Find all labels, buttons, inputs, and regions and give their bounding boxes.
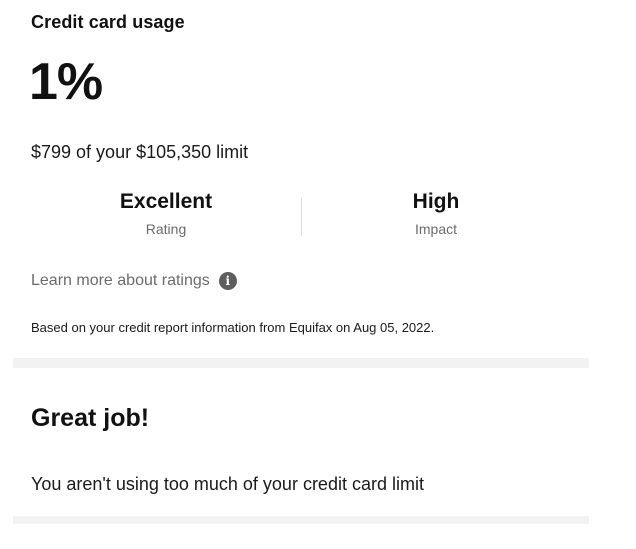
feedback-panel: Great job! You aren't using too much of …: [13, 368, 589, 516]
impact-metric: High Impact: [301, 190, 571, 237]
source-note: Based on your credit report information …: [31, 320, 435, 335]
impact-label: Impact: [414, 221, 457, 237]
learn-more-label: Learn more about ratings: [31, 272, 210, 289]
metrics-row: Excellent Rating High Impact: [31, 190, 571, 246]
rating-value: Excellent: [119, 190, 213, 213]
panel-title: Credit card usage: [31, 12, 185, 32]
learn-more-link[interactable]: Learn more about ratings i: [31, 272, 237, 290]
credit-usage-panel: Credit card usage 1% $799 of your $105,3…: [13, 0, 589, 358]
limit-summary: $799 of your $105,350 limit: [31, 142, 249, 162]
feedback-heading: Great job!: [31, 404, 150, 432]
rating-label: Rating: [145, 221, 187, 237]
section-divider: [13, 358, 589, 368]
bottom-divider: [13, 516, 589, 524]
rating-metric: Excellent Rating: [31, 190, 301, 237]
usage-percent: 1%: [29, 53, 103, 111]
impact-value: High: [412, 190, 460, 213]
info-icon[interactable]: i: [218, 272, 237, 290]
feedback-message: You aren't using too much of your credit…: [31, 474, 424, 494]
